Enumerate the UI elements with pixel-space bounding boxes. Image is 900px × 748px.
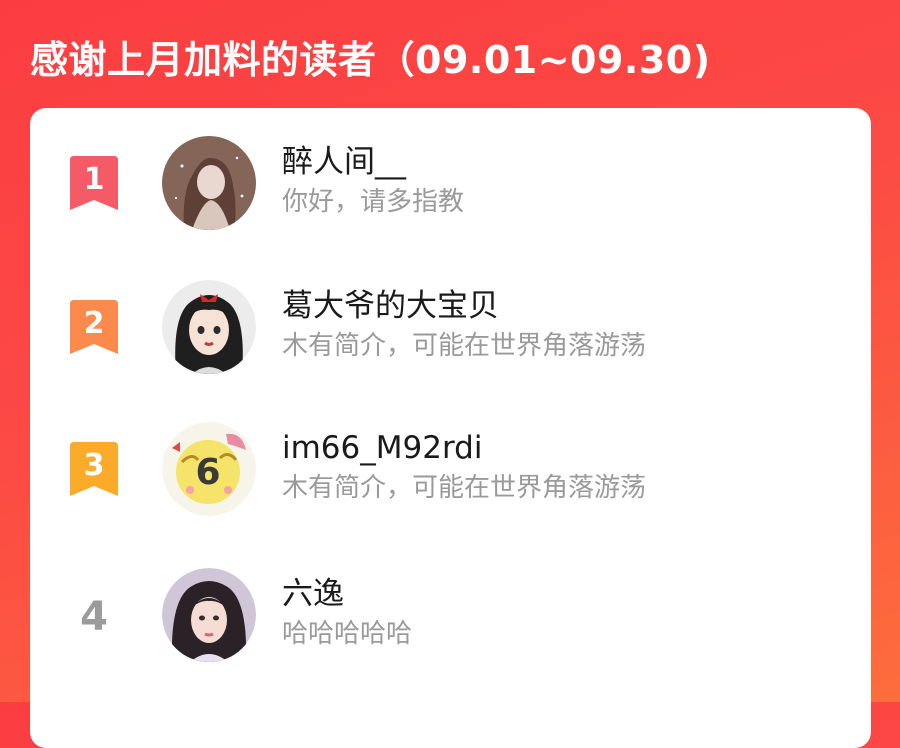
reader-name-4: 六逸 (282, 576, 344, 612)
avatar-2[interactable] (162, 280, 256, 374)
reader-bio-3: 木有简介，可能在世界角落游荡 (282, 473, 647, 503)
rank-ribbon-icon-1: 1 (70, 156, 118, 210)
reader-row-1[interactable]: 1 醉人间__ 你好，请多指教 (30, 128, 871, 248)
reader-row-3[interactable]: 3 6 im66_M92rdi 木有简介，可能在世界角落游荡 (30, 414, 871, 534)
reader-name-1: 醉人间__ (282, 144, 406, 180)
avatar-4[interactable] (162, 568, 256, 662)
reader-bio-4: 哈哈哈哈哈 (282, 619, 413, 649)
page-title: 感谢上月加料的读者（09.01~09.30) (30, 38, 711, 82)
avatar-3[interactable]: 6 (162, 422, 256, 516)
reader-row-2[interactable]: 2 葛大爷的大宝贝 木有简介，可能在世界角落游荡 (30, 272, 871, 392)
rank-ribbon-icon-3: 3 (70, 442, 118, 496)
reader-bio-1: 你好，请多指教 (282, 187, 465, 217)
reader-name-3: im66_M92rdi (282, 430, 483, 466)
reader-name-2: 葛大爷的大宝贝 (282, 288, 499, 324)
avatar-1[interactable] (162, 136, 256, 230)
svg-text:6: 6 (195, 452, 220, 493)
reader-row-4[interactable]: 4 六逸 哈哈哈哈哈 (30, 560, 871, 680)
rank-number-4: 4 (80, 594, 108, 640)
rank-number-1: 1 (84, 162, 105, 197)
rank-ribbon-icon-2: 2 (70, 300, 118, 354)
reader-bio-2: 木有简介，可能在世界角落游荡 (282, 331, 647, 361)
reader-list-card: 1 醉人间__ 你好，请多指教 2 葛大爷的大宝贝 木有简介，可能在世界角落游荡… (30, 108, 871, 748)
rank-number-3: 3 (84, 448, 105, 483)
rank-number-2: 2 (84, 306, 105, 341)
